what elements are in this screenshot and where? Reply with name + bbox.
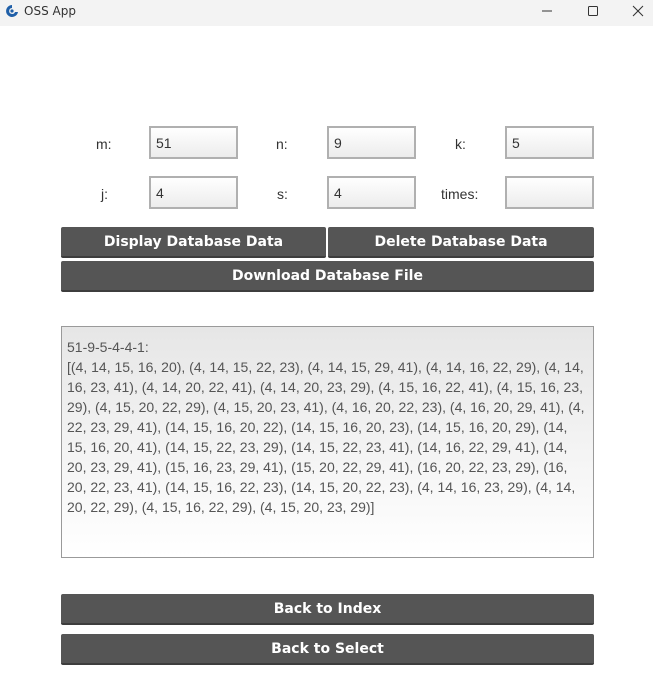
download-database-button[interactable]: Download Database File [61, 261, 594, 292]
app-logo-icon [6, 5, 18, 17]
k-input[interactable] [505, 126, 594, 159]
output-results: [(4, 14, 15, 16, 20), (4, 14, 15, 22, 23… [67, 359, 589, 515]
n-label: n: [276, 136, 288, 152]
back-to-index-button[interactable]: Back to Index [61, 594, 594, 625]
display-database-button[interactable]: Display Database Data [61, 227, 326, 258]
title-bar: OSS App [0, 0, 653, 26]
maximize-button[interactable] [570, 0, 616, 22]
minimize-icon [542, 10, 552, 12]
back-to-select-button[interactable]: Back to Select [61, 634, 594, 665]
close-icon [632, 5, 644, 17]
times-label: times: [441, 186, 479, 202]
database-output-area[interactable]: 51-9-5-4-4-1: [(4, 14, 15, 16, 20), (4, … [61, 326, 594, 558]
k-label: k: [455, 136, 466, 152]
j-input[interactable] [149, 176, 238, 209]
close-button[interactable] [615, 0, 653, 22]
output-header: 51-9-5-4-4-1: [67, 339, 149, 355]
m-label: m: [96, 136, 112, 152]
s-input[interactable] [327, 176, 416, 209]
n-input[interactable] [327, 126, 416, 159]
window-title: OSS App [24, 4, 76, 18]
j-label: j: [101, 186, 108, 202]
delete-database-button[interactable]: Delete Database Data [328, 227, 594, 258]
s-label: s: [277, 186, 288, 202]
maximize-icon [588, 6, 598, 16]
minimize-button[interactable] [524, 0, 570, 22]
times-input[interactable] [505, 176, 594, 209]
m-input[interactable] [149, 126, 238, 159]
